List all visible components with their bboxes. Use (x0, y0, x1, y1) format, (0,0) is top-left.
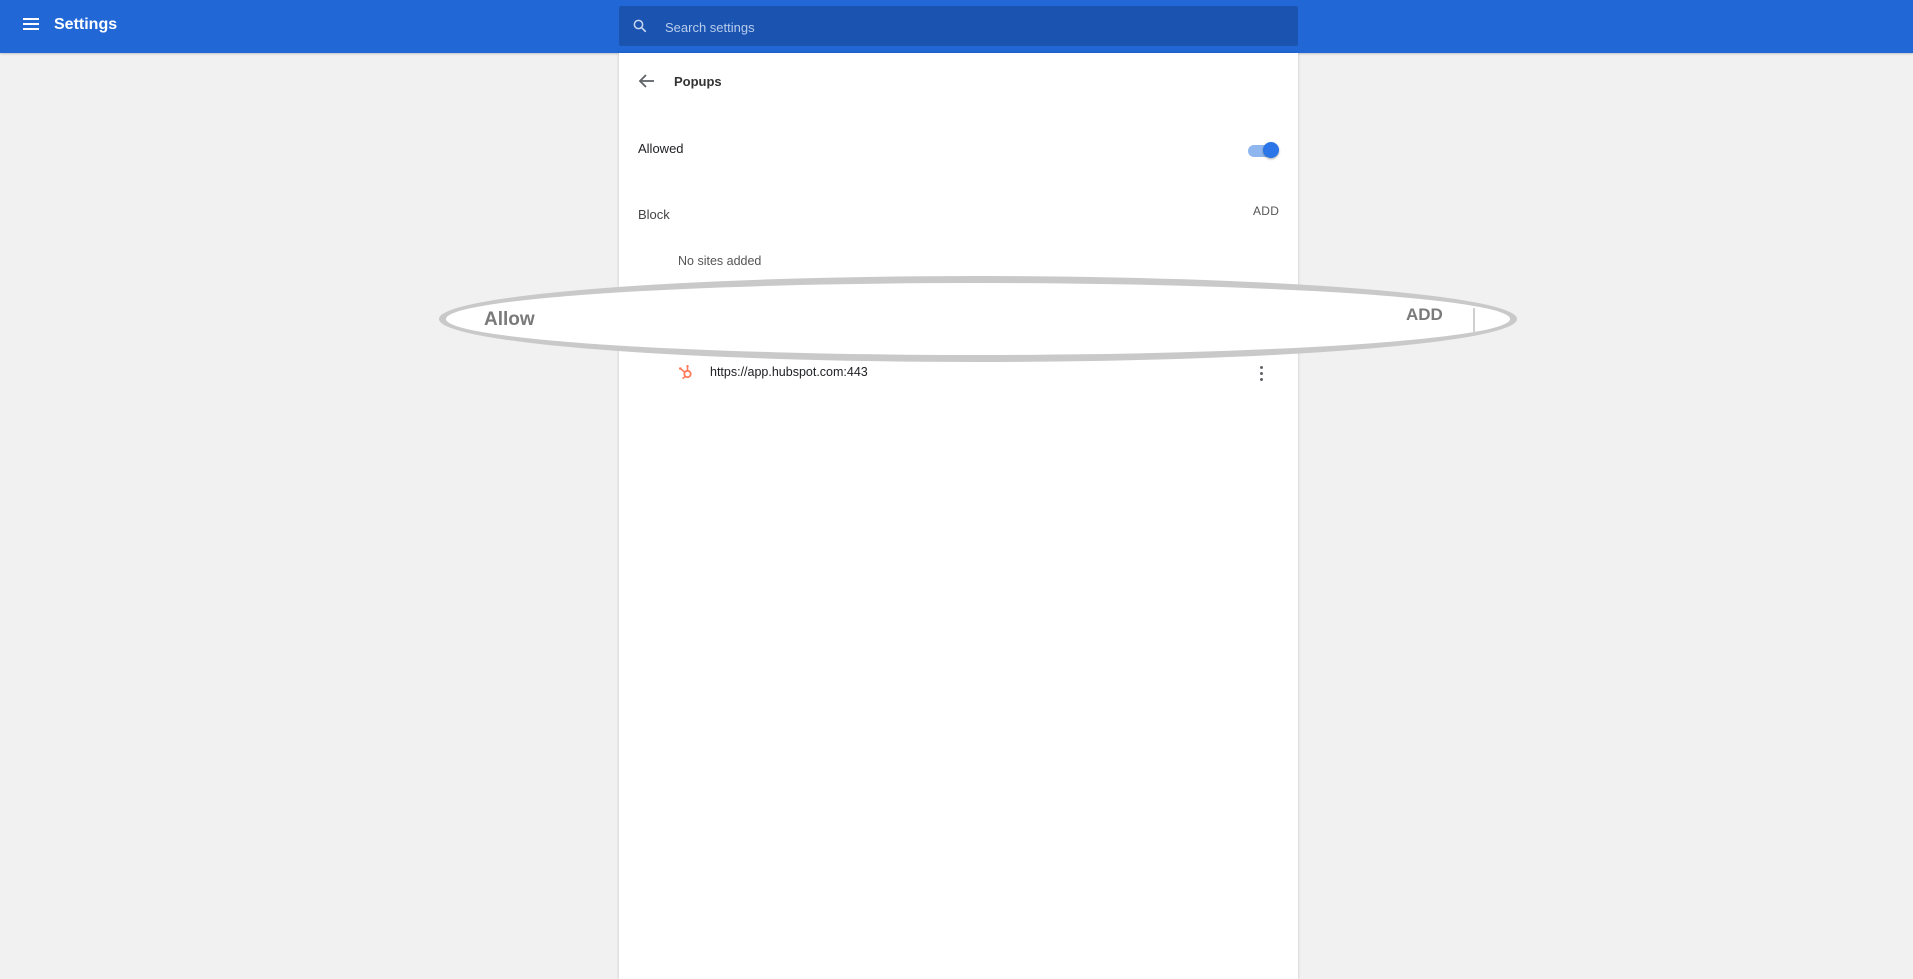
allow-section-label: Allow (484, 309, 535, 330)
app-title: Settings (54, 16, 118, 33)
allowed-label: Allowed (638, 141, 684, 156)
page-title: Popups (674, 74, 722, 89)
arrow-back-icon[interactable] (635, 69, 659, 93)
allowed-toggle[interactable] (1247, 141, 1279, 159)
block-section-label: Block (638, 207, 670, 222)
allow-add-button[interactable]: ADD (1406, 305, 1443, 325)
block-add-button[interactable]: ADD (1253, 204, 1279, 218)
search-input[interactable] (663, 6, 1287, 48)
allow-callout-highlight (439, 276, 1517, 362)
site-url: https://app.hubspot.com:443 (710, 365, 868, 379)
settings-panel: Popups Allowed Block ADD No sites added … (619, 53, 1298, 979)
block-empty-text: No sites added (678, 254, 762, 268)
search-icon (633, 19, 647, 33)
toggle-knob (1263, 142, 1279, 158)
search-box[interactable] (619, 6, 1298, 48)
more-vert-icon[interactable] (1255, 364, 1269, 382)
hamburger-menu-icon[interactable] (22, 17, 42, 35)
allow-site-row[interactable]: https://app.hubspot.com:443 (619, 358, 1298, 388)
callout-divider (1473, 308, 1475, 334)
hubspot-icon (679, 365, 692, 380)
top-app-bar: Settings (0, 0, 1913, 53)
